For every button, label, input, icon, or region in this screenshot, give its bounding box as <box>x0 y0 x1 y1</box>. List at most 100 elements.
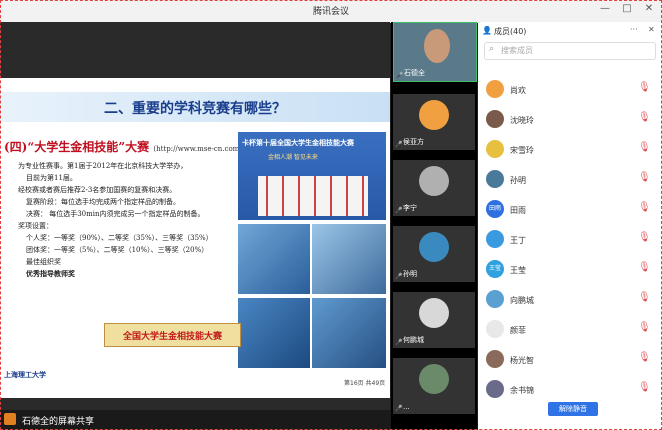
avatar: 王莹 <box>486 260 504 278</box>
unmute-all-button[interactable]: 解除静音 <box>548 402 598 416</box>
member-name: 尚欢 <box>510 86 526 95</box>
video-tile[interactable]: 🎤 孙明 <box>393 226 475 282</box>
bullet-line: 复赛阶段：每位选手均完成两个指定样品的制备。 <box>26 198 180 206</box>
avatar <box>486 140 504 158</box>
member-name: 向鹏城 <box>510 296 534 305</box>
member-name: 孙明 <box>510 176 526 185</box>
slide-title: 二、重要的学科竞赛有哪些？ <box>104 101 286 117</box>
video-gallery: 🎤 石德全 🎤 侯亚方 🎤 李宁 🎤 孙明 🎤 何鹏城 🎤 ... <box>391 22 477 430</box>
video-tile[interactable]: 🎤 石德全 <box>393 22 477 82</box>
member-row[interactable]: 孙明 🎙 <box>478 166 662 194</box>
share-label: 石德全的屏幕共享 <box>22 417 95 427</box>
search-icon: ⌕ <box>489 44 495 54</box>
close-button[interactable]: ✕ <box>642 3 656 14</box>
member-row[interactable]: 尚欢 🎙 <box>478 76 662 104</box>
member-name: 余书锦 <box>510 386 534 395</box>
user-icon <box>4 413 16 425</box>
member-name: 王丁 <box>510 236 526 245</box>
avatar: 田雨 <box>486 200 504 218</box>
member-row[interactable]: 田雨 田雨 🎙 <box>478 196 662 224</box>
participant-video <box>424 29 450 63</box>
competition-group-photo: 卡杯第十届全国大学生金相技能大赛 金相人潮 智见未来 <box>238 132 386 220</box>
panel-close-icon[interactable]: ✕ <box>648 25 655 34</box>
avatar <box>419 100 449 130</box>
member-row[interactable]: 余书锦 🎙 <box>478 376 662 404</box>
member-row[interactable]: 王莹 王莹 🎙 <box>478 256 662 284</box>
mic-muted-icon[interactable]: 🎙 <box>638 202 651 213</box>
video-tile[interactable]: 🎤 何鹏城 <box>393 292 475 348</box>
competition-banner-text: 全国大学生金相技能大赛 <box>122 332 222 342</box>
students-group-figure <box>258 176 368 216</box>
bullet-line: 优秀指导教师奖 <box>26 269 75 278</box>
avatar <box>486 80 504 98</box>
mic-muted-icon[interactable]: 🎙 <box>638 112 651 123</box>
member-row[interactable]: 杨光智 🎙 <box>478 346 662 374</box>
mic-icon: 🎤 <box>396 72 404 79</box>
avatar <box>486 290 504 308</box>
mic-muted-icon[interactable]: 🎙 <box>638 172 651 183</box>
video-tile[interactable]: 🎤 李宁 <box>393 160 475 216</box>
members-panel: 👤 成员(40) ··· ✕ ⌕ 搜索成员 尚欢 🎙 沈晓玲 🎙 宋雪玲 🎙 孙… <box>478 22 662 430</box>
mic-muted-icon[interactable]: 🎙 <box>638 142 651 153</box>
mic-muted-icon[interactable]: 🎙 <box>638 262 651 273</box>
lab-photo-2 <box>312 224 386 294</box>
section-title-text: (四)“大学生金相技能”大赛 <box>4 140 150 154</box>
lab-photo-1 <box>238 224 310 294</box>
slide-bullets: 为专业性赛事。第1届于2012年在北京科技大学举办， 目前为第11届。 经校赛或… <box>18 160 248 280</box>
mic-muted-icon[interactable]: 🎙 <box>638 322 651 333</box>
avatar <box>419 166 449 196</box>
more-icon[interactable]: ··· <box>630 25 638 34</box>
mic-muted-icon[interactable]: 🎙 <box>638 82 651 93</box>
mic-muted-icon[interactable]: 🎙 <box>638 352 651 363</box>
photo-banner-text: 卡杯第十届全国大学生金相技能大赛 <box>242 139 354 147</box>
bullet-line: 奖项设置： <box>18 222 53 230</box>
avatar <box>486 110 504 128</box>
member-name: 田雨 <box>510 206 526 215</box>
mic-icon: 🎤 <box>395 207 403 214</box>
avatar <box>486 320 504 338</box>
bullet-line: 为专业性赛事。第1届于2012年在北京科技大学举办， <box>18 162 188 170</box>
mic-muted-icon[interactable]: 🎙 <box>638 232 651 243</box>
minimize-button[interactable]: — <box>598 3 612 14</box>
lab-photo-4 <box>312 298 386 368</box>
member-name: 宋雪玲 <box>510 146 534 155</box>
university-logo: 上海理工大学 <box>4 371 46 379</box>
member-name: 王莹 <box>510 266 526 275</box>
member-name: 颜菲 <box>510 326 526 335</box>
video-tile-name: 侯亚方 <box>403 138 424 146</box>
section-url: (http://www.mse-cn.com/) <box>153 145 245 153</box>
mic-muted-icon[interactable]: 🎙 <box>638 292 651 303</box>
member-row[interactable]: 向鹏城 🎙 <box>478 286 662 314</box>
avatar <box>486 350 504 368</box>
member-search-input[interactable]: ⌕ 搜索成员 <box>484 42 656 60</box>
photo-banner-sub: 金相人潮 智见未来 <box>268 154 318 161</box>
member-row[interactable]: 沈晓玲 🎙 <box>478 106 662 134</box>
mic-icon: 🎤 <box>395 273 403 280</box>
video-tile[interactable]: 🎤 侯亚方 <box>393 94 475 150</box>
bullet-line: 决赛： 每位选手30min内须完成另一个指定样品的制备。 <box>26 210 205 218</box>
mic-icon: 🎤 <box>395 405 403 412</box>
bullet-line: 个人奖：一等奖（90%）、二等奖（35%）、三等奖（35%） <box>26 234 213 242</box>
member-row[interactable]: 王丁 🎙 <box>478 226 662 254</box>
video-tile-name: 李宁 <box>403 204 417 212</box>
avatar <box>419 364 449 394</box>
maximize-button[interactable]: □ <box>620 3 634 14</box>
shared-slide: 二、重要的学科竞赛有哪些？ (四)“大学生金相技能”大赛 (http://www… <box>0 78 390 398</box>
avatar <box>486 380 504 398</box>
lab-photo-3 <box>238 298 310 368</box>
video-tile-name: 石德全 <box>404 69 425 77</box>
mic-icon: 🎤 <box>395 141 403 148</box>
avatar <box>419 298 449 328</box>
members-title: 成员(40) <box>494 27 527 36</box>
mic-muted-icon[interactable]: 🎙 <box>638 382 651 393</box>
members-header: 👤 成员(40) ··· ✕ <box>478 22 662 40</box>
member-row[interactable]: 宋雪玲 🎙 <box>478 136 662 164</box>
screen-share-area: 二、重要的学科竞赛有哪些？ (四)“大学生金相技能”大赛 (http://www… <box>0 22 390 410</box>
member-row[interactable]: 颜菲 🎙 <box>478 316 662 344</box>
title-bar: 腾讯会议 — □ ✕ <box>0 0 662 23</box>
video-tile-name: 何鹏城 <box>403 336 424 344</box>
video-tile[interactable]: 🎤 ... <box>393 358 475 414</box>
member-name: 沈晓玲 <box>510 116 534 125</box>
video-tile-name: ... <box>403 403 410 411</box>
competition-banner: 全国大学生金相技能大赛 <box>104 323 241 347</box>
